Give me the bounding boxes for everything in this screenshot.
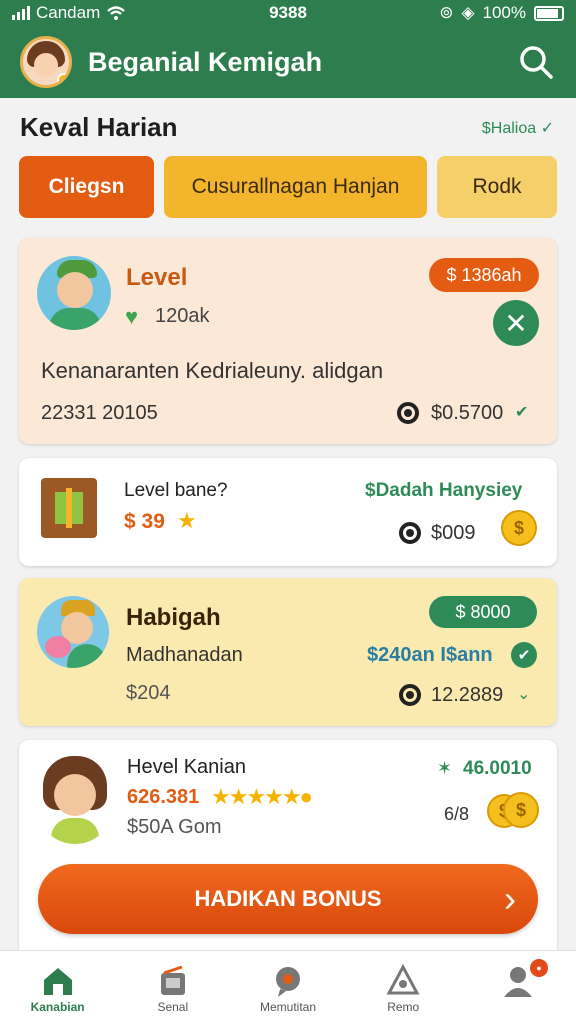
character-avatar [37, 596, 109, 668]
tab-bar: Cliegsn Cusurallnagan Hanjan Rodk [19, 156, 557, 218]
tab-1[interactable]: Cliegsn [19, 156, 154, 218]
card-price: $204 [126, 682, 171, 704]
card-amount: $0.5700 [431, 402, 504, 424]
tab-3[interactable]: Rodk [437, 156, 557, 218]
price-pill[interactable]: $ 8000 [429, 596, 537, 628]
bottom-nav: Kanabian Senal Memutitan Remo ● [0, 950, 576, 1024]
likes-count: 120ak [155, 305, 210, 327]
card-title: Level [126, 264, 188, 291]
star-icon: ★ [177, 508, 197, 533]
card-header-right: $Dadah Hanysiey [365, 480, 523, 501]
status-time: 9388 [269, 3, 307, 22]
level-card[interactable]: Level $ 1386ah ✕ ♥ 120ak Kenanaranten Ke… [19, 238, 557, 444]
cta-label: HADIKAN BONUS [194, 886, 382, 911]
nav-label: Remo [387, 1000, 420, 1014]
nav-item-home[interactable]: Kanabian [0, 951, 115, 1024]
nav-label: Memutitan [259, 1000, 317, 1014]
card-amount: 12.2889 [431, 684, 504, 706]
chevron-down-icon: ⌄ [517, 686, 531, 703]
avatar[interactable] [20, 36, 72, 88]
battery-icon [534, 5, 564, 21]
chevron-down-icon: ✔ [515, 404, 529, 421]
coin-icon: $ [501, 510, 537, 546]
sparkle-icon: ✶ [437, 758, 453, 778]
notification-badge: ● [530, 959, 549, 977]
store-icon [160, 965, 185, 995]
card-title: Level bane? [124, 480, 228, 501]
status-bar: Candam 9388 ⊚ ◈ 100% [0, 0, 576, 26]
section-link[interactable]: $Halioa ✓ [482, 118, 554, 138]
section-title: Keval Harian [20, 112, 178, 142]
coin-icon: $ [503, 792, 539, 828]
check-icon: ✔ [511, 642, 537, 668]
card-highlight: $240an I$ann [367, 644, 493, 666]
app-header: Beganial Kemigah [0, 26, 576, 98]
price-pill[interactable]: $ 1386ah [429, 258, 539, 292]
card-amount: $009 [431, 522, 476, 544]
card-subtitle: $50A Gom [127, 816, 222, 838]
nav-item-chat[interactable]: Memutitan [230, 951, 345, 1024]
card-title: Habigah [126, 604, 221, 631]
ticket-icon [399, 522, 421, 544]
card-score: 626.381 [127, 786, 200, 808]
nav-item-alerts[interactable]: Remo [346, 951, 461, 1024]
heart-icon: ♥ [125, 304, 139, 329]
search-icon [520, 46, 553, 79]
card-subtitle: Madhanadan [126, 644, 243, 666]
character-avatar [37, 256, 111, 330]
habigah-card[interactable]: Habigah Madhanadan $204 $ 8000 $240an I$… [19, 578, 557, 726]
home-icon [43, 968, 72, 995]
nav-item-profile[interactable]: ● [461, 951, 576, 1024]
card-count: 6/8 [444, 804, 470, 824]
chat-icon [276, 967, 300, 997]
bell-icon [386, 963, 420, 995]
card-price: $ 39 [124, 510, 165, 533]
nav-label: Senal [157, 1000, 189, 1014]
search-button[interactable] [516, 42, 556, 82]
card-right-value: 46.0010 [463, 758, 532, 779]
card-description: Kenanaranten Kedrialeuny. alidgan [41, 358, 384, 383]
chevron-right-icon: › [504, 878, 516, 919]
close-button[interactable]: ✕ [493, 300, 539, 346]
app-title: Beganial Kemigah [88, 46, 323, 77]
nav-label: Kanabian [30, 1000, 85, 1014]
ticket-icon [399, 684, 421, 706]
star-rating: ★★★★★● [211, 784, 313, 809]
card-meta: 22331 20105 [41, 402, 158, 424]
crate-icon [41, 478, 97, 538]
character-avatar [37, 754, 113, 844]
nav-item-store[interactable]: Senal [115, 951, 230, 1024]
tab-2[interactable]: Cusurallnagan Hanjan [164, 156, 427, 218]
card-title: Hevel Kanian [127, 756, 246, 778]
bonus-card[interactable]: Level bane? $ 39 ★ $Dadah Hanysiey $009 … [19, 458, 557, 566]
claim-bonus-button[interactable]: HADIKAN BONUS › [38, 864, 538, 934]
ticket-icon [397, 402, 419, 424]
